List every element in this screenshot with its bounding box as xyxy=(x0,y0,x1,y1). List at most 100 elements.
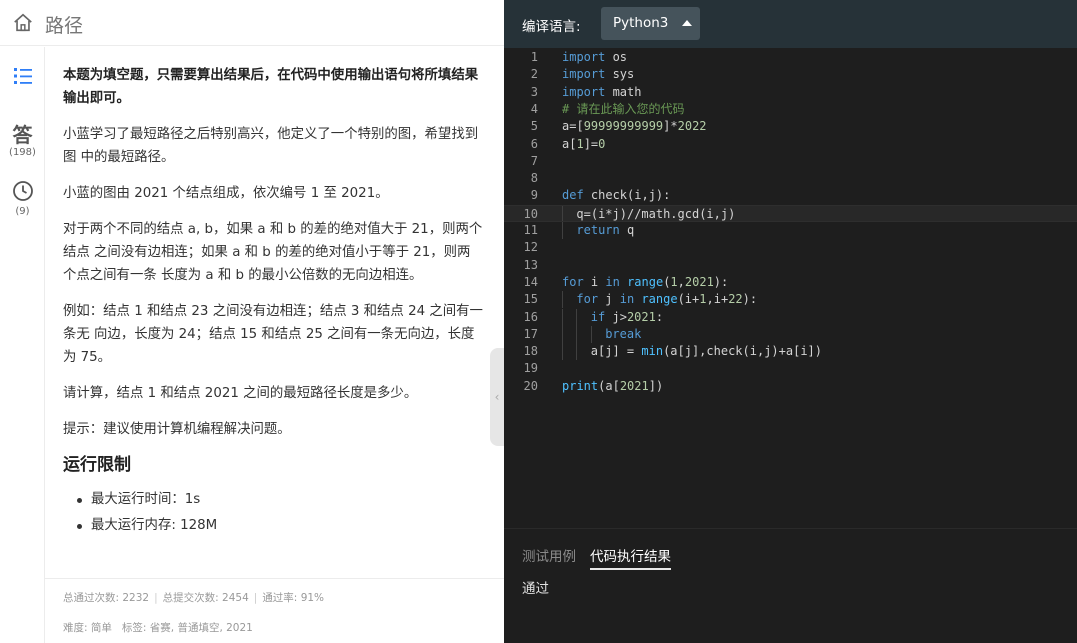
code-line[interactable]: 19 xyxy=(504,360,1077,377)
history-tab[interactable]: (9) xyxy=(0,180,45,217)
line-number: 2 xyxy=(530,67,538,82)
code-line[interactable]: 16 if j>2021: xyxy=(504,308,1077,326)
problem-header: 路径 xyxy=(0,0,504,46)
total-submitted: 总提交次数: 2454 xyxy=(162,592,249,604)
code-token: ,i+ xyxy=(706,292,729,307)
line-number: 16 xyxy=(523,309,538,324)
indent-guide xyxy=(590,325,592,344)
code-text: print(a[2021]) xyxy=(562,378,663,395)
problem-description-tab[interactable] xyxy=(0,65,45,91)
code-text: return q xyxy=(576,222,634,239)
code-line[interactable]: 12 xyxy=(504,239,1077,256)
code-token: a=[ xyxy=(562,119,584,134)
code-line[interactable]: 1 import os xyxy=(504,49,1077,66)
code-line[interactable]: 8 xyxy=(504,170,1077,187)
tab-test-cases[interactable]: 测试用例 xyxy=(522,545,576,565)
code-token: math xyxy=(605,84,642,99)
problem-paragraph: 例如：结点 1 和结点 23 之间没有边相连；结点 3 和结点 24 之间有一条… xyxy=(63,304,483,365)
line-number: 9 xyxy=(530,188,538,203)
code-line[interactable]: 7 xyxy=(504,153,1077,170)
code-token: import xyxy=(562,84,606,99)
execution-result: 通过 xyxy=(522,581,549,597)
problem-paragraphs: 本题为填空题，只需要算出结果后，在代码中使用输出语句将所填结果输出即可。 小蓝学习… xyxy=(63,64,483,441)
code-line[interactable]: 18 a[j] = min(a[j],check(i,j)+a[i]) xyxy=(504,343,1077,361)
code-line[interactable]: 17 break xyxy=(504,325,1077,344)
code-text: q=(i*j)//math.gcd(i,j) xyxy=(576,206,735,223)
code-token: 2022 xyxy=(677,119,707,134)
code-token: ): xyxy=(742,292,758,307)
code-token: break xyxy=(605,326,642,341)
editor-panel: 编译语言: Python3 1 import os 2 import sys 3 impo… xyxy=(504,0,1077,643)
code-line[interactable]: 11 return q xyxy=(504,222,1077,240)
code-line[interactable]: 15 for j in range(i+1,i+22): xyxy=(504,291,1077,309)
difficulty: 难度: 简单 xyxy=(63,622,112,634)
line-number: 12 xyxy=(523,240,538,255)
limits-title: 运行限制 xyxy=(63,455,131,475)
indent-guide xyxy=(576,308,578,326)
line-number: 15 xyxy=(523,292,538,307)
code-token: (a[j],check(i,j)+a[i]) xyxy=(663,344,823,359)
code-token: 22 xyxy=(728,292,743,307)
line-number: 10 xyxy=(523,206,538,221)
code-token: 1 xyxy=(576,136,584,151)
code-token: check(i,j): xyxy=(583,188,671,203)
code-line[interactable]: 9 def check(i,j): xyxy=(504,187,1077,204)
code-line[interactable]: 13 xyxy=(504,257,1077,274)
collapse-panel-handle[interactable]: ‹ xyxy=(490,348,504,446)
language-select[interactable]: Python3 xyxy=(601,7,700,40)
code-token: def xyxy=(562,188,584,203)
side-rail: 答 (198) (9) xyxy=(0,47,45,643)
code-text: a[j] = min(a[j],check(i,j)+a[i]) xyxy=(591,343,822,360)
language-value: Python3 xyxy=(613,15,669,31)
line-number: 20 xyxy=(523,378,538,393)
code-token: os xyxy=(605,50,628,64)
clock-icon xyxy=(12,181,33,201)
code-line[interactable]: 3 import math xyxy=(504,84,1077,101)
indent-guide xyxy=(576,343,578,361)
code-token: sys xyxy=(605,67,635,82)
line-number: 1 xyxy=(530,50,538,64)
code-editor[interactable]: 1 import os 2 import sys 3 import math 4 # 请在此输… xyxy=(504,48,1077,528)
code-token: i xyxy=(583,274,606,289)
code-text: break xyxy=(605,326,641,343)
tab-execution-result[interactable]: 代码执行结果 xyxy=(590,545,671,570)
code-line[interactable]: 4 # 请在此输入您的代码 xyxy=(504,101,1077,118)
code-text: a=[99999999999]*2022 xyxy=(562,118,707,135)
answers-icon: 答 xyxy=(12,123,33,147)
problem-paragraph: 小蓝的图由 2021 个结点组成，依次编号 1 至 2021。 xyxy=(63,186,389,201)
tags: 标签: 省赛, 普通填空, 2021 xyxy=(121,622,253,634)
limit-item: 最大运行内存: 128M xyxy=(63,513,483,539)
line-number: 14 xyxy=(523,274,538,289)
code-token: 1 xyxy=(699,292,707,307)
problem-paragraph: 小蓝学习了最短路径之后特别高兴，他定义了一个特别的图，希望找到图 中的最短路径。 xyxy=(63,127,479,165)
home-icon[interactable] xyxy=(12,12,34,34)
indent-guide xyxy=(562,308,563,326)
code-token: for xyxy=(562,274,584,289)
list-icon xyxy=(13,68,32,84)
code-token: in xyxy=(605,274,620,289)
limit-item: 最大运行时间：1s xyxy=(63,487,483,513)
history-count: (9) xyxy=(15,206,30,217)
line-number: 4 xyxy=(530,101,538,116)
code-line[interactable]: 20 print(a[2021]) xyxy=(504,378,1077,395)
code-token: if xyxy=(590,309,606,324)
code-line[interactable]: 14 for i in range(1,2021): xyxy=(504,274,1077,291)
answers-tab[interactable]: 答 (198) xyxy=(0,123,45,158)
problem-paragraph: 本题为填空题，只需要算出结果后，在代码中使用输出语句将所填结果输出即可。 xyxy=(63,68,479,106)
code-token: in xyxy=(619,292,635,307)
code-text: a[1]=0 xyxy=(562,136,605,153)
problem-paragraph: 请计算，结点 1 和结点 2021 之间的最短路径长度是多少。 xyxy=(63,386,418,401)
code-token: for xyxy=(576,292,599,307)
code-token: print xyxy=(562,378,599,393)
code-line[interactable]: 6 a[1]=0 xyxy=(504,136,1077,153)
code-line[interactable]: 2 import sys xyxy=(504,66,1077,83)
page-title: 路径 xyxy=(45,15,84,37)
indent-guide xyxy=(562,205,563,221)
code-token: a[ xyxy=(562,136,577,151)
code-token: ]= xyxy=(583,136,599,151)
code-token: 2021 xyxy=(626,309,656,324)
problem-paragraph: 提示：建议使用计算机编程解决问题。 xyxy=(63,422,291,437)
code-line[interactable]: 10 q=(i*j)//math.gcd(i,j) xyxy=(504,204,1077,223)
code-line[interactable]: 5 a=[99999999999]*2022 xyxy=(504,118,1077,135)
